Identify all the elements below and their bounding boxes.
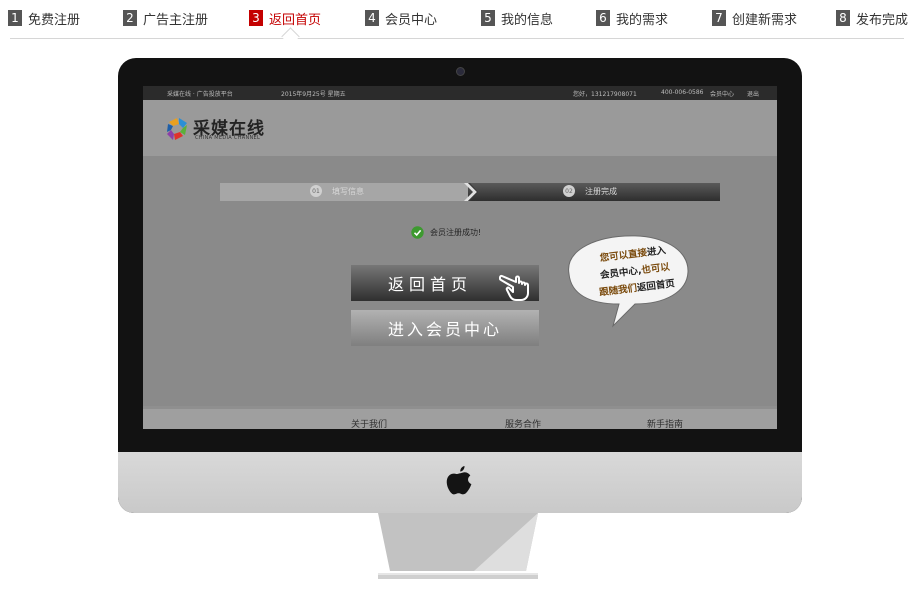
progress-step-1: 01 填写信息 xyxy=(220,183,468,201)
logo-subtitle: CHINA MEDIA CHANNEL xyxy=(195,135,261,141)
monitor-chin xyxy=(118,452,802,513)
imac-monitor: 采媒在线 · 广告投放平台 2015年9月25号 星期五 您好，13121790… xyxy=(118,58,802,513)
bubble-line1-b: 进入 xyxy=(646,245,667,259)
step-label: 返回首页 xyxy=(269,12,322,28)
step-nav: 1 免费注册 2 广告主注册 3 返回首页 4 会员中心 5 我的信息 6 我的… xyxy=(0,0,914,46)
step-number: 6 xyxy=(596,10,610,26)
step-number: 5 xyxy=(481,10,495,26)
step-2[interactable]: 2 广告主注册 xyxy=(123,8,208,28)
step-label: 免费注册 xyxy=(28,12,81,28)
topbar-greeting: 您好，131217908071 xyxy=(573,91,637,98)
bubble-line3-b: 返回首页 xyxy=(636,278,676,294)
check-circle-icon xyxy=(411,226,424,239)
progress-step-1-label: 填写信息 xyxy=(332,186,364,196)
step-number: 3 xyxy=(249,10,263,26)
pointing-hand-icon xyxy=(499,274,529,301)
site-header: 采媒在线 CHINA MEDIA CHANNEL xyxy=(143,100,777,156)
bubble-line2-a: 会员中心, xyxy=(599,265,643,282)
topbar-date: 2015年9月25号 星期五 xyxy=(281,91,346,98)
progress-arrow-icon xyxy=(464,183,478,201)
active-step-pointer xyxy=(281,27,300,46)
progress-step-2-number: 02 xyxy=(563,185,575,197)
step-number: 2 xyxy=(123,10,137,26)
step-label: 我的需求 xyxy=(616,12,669,28)
bubble-line3-a: 跟随我们 xyxy=(598,282,638,299)
step-number: 7 xyxy=(712,10,726,26)
step-label: 发布完成 xyxy=(856,12,909,28)
success-message: 会员注册成功! xyxy=(411,226,481,239)
apple-logo-icon xyxy=(446,466,472,495)
bubble-line2-b: 也可以 xyxy=(640,261,671,277)
step-6[interactable]: 6 我的需求 xyxy=(596,8,668,28)
step-number: 1 xyxy=(8,10,22,26)
enter-member-center-button[interactable]: 进入会员中心 xyxy=(351,310,539,346)
step-label: 广告主注册 xyxy=(143,12,209,28)
step-7[interactable]: 7 创建新需求 xyxy=(712,8,797,28)
screen: 采媒在线 · 广告投放平台 2015年9月25号 星期五 您好，13121790… xyxy=(143,86,777,429)
footer-about-link[interactable]: 关于我们 xyxy=(351,417,387,429)
progress-step-2-content: 02 注册完成 xyxy=(563,185,617,197)
step-4[interactable]: 4 会员中心 xyxy=(365,8,437,28)
topbar-member-link[interactable]: 会员中心 xyxy=(710,89,734,98)
step-number: 8 xyxy=(836,10,850,26)
monitor-stand xyxy=(378,513,538,579)
footer-guide-link[interactable]: 新手指南 xyxy=(647,417,683,429)
step-3[interactable]: 3 返回首页 xyxy=(249,8,321,28)
site-topbar: 采媒在线 · 广告投放平台 2015年9月25号 星期五 您好，13121790… xyxy=(143,86,777,100)
step-number: 4 xyxy=(365,10,379,26)
progress-step-2-label: 注册完成 xyxy=(585,186,617,196)
step-divider xyxy=(10,38,904,39)
step-label: 会员中心 xyxy=(385,12,438,28)
registration-progress: 01 填写信息 02 注册完成 xyxy=(220,183,720,201)
topbar-logout-link[interactable]: 退出 xyxy=(747,89,759,98)
step-1[interactable]: 1 免费注册 xyxy=(8,8,80,28)
main-content: 01 填写信息 02 注册完成 会员注册成功! 返回首页 进入会员中心 您可以直… xyxy=(143,156,777,406)
step-5[interactable]: 5 我的信息 xyxy=(481,8,553,28)
footer-service-link[interactable]: 服务合作 xyxy=(505,417,541,429)
camera-icon xyxy=(456,67,465,76)
footer-shade xyxy=(143,406,777,409)
topbar-phone: 400-006-0586 xyxy=(661,89,704,96)
step-label: 我的信息 xyxy=(501,12,554,28)
topbar-site[interactable]: 采媒在线 · 广告投放平台 xyxy=(167,89,233,98)
progress-step-2: 02 注册完成 xyxy=(468,183,720,201)
step-label: 创建新需求 xyxy=(732,12,798,28)
logo-icon xyxy=(167,118,187,140)
progress-step-1-number: 01 xyxy=(310,185,322,197)
progress-step-1-content: 01 填写信息 xyxy=(310,185,364,197)
success-text: 会员注册成功! xyxy=(430,228,482,237)
site-footer: 关于我们 服务合作 新手指南 xyxy=(143,406,777,429)
step-8[interactable]: 8 发布完成 xyxy=(836,8,908,28)
